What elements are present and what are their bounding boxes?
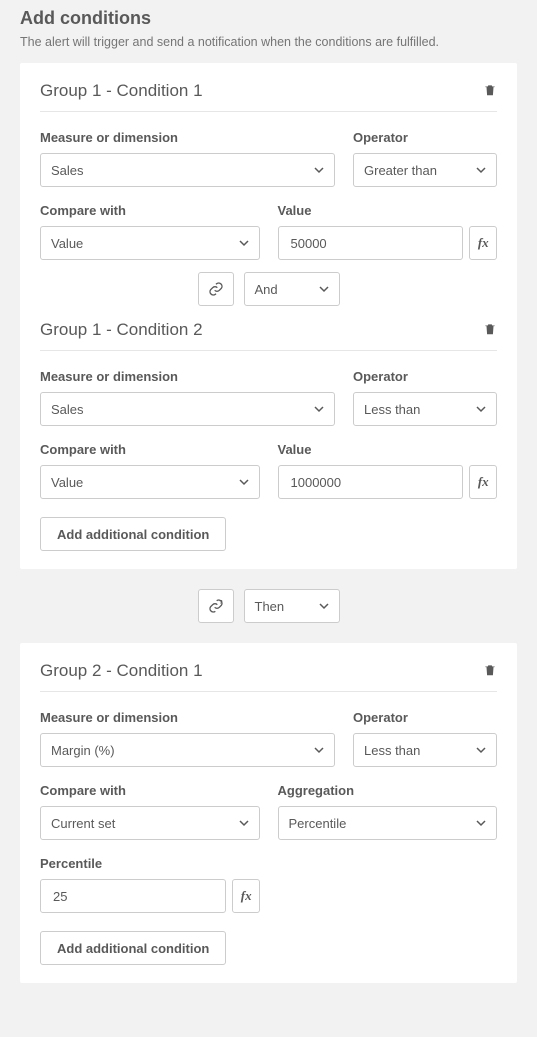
operator-label: Operator [353, 369, 497, 384]
delete-icon[interactable] [483, 322, 497, 338]
condition-title: Group 1 - Condition 1 [40, 81, 203, 101]
operator-select[interactable]: Less than [353, 733, 497, 767]
measure-select[interactable]: Sales [40, 153, 335, 187]
condition-title: Group 2 - Condition 1 [40, 661, 203, 681]
operator-value: Greater than [364, 163, 437, 178]
value-input[interactable] [289, 466, 453, 498]
fx-button[interactable]: fx [469, 226, 497, 260]
link-icon[interactable] [198, 272, 234, 306]
measure-value: Sales [51, 163, 84, 178]
operator-value: Less than [364, 402, 420, 417]
compare-value: Value [51, 236, 83, 251]
fx-button[interactable]: fx [232, 879, 260, 913]
operator-select[interactable]: Greater than [353, 153, 497, 187]
operator-select[interactable]: Less than [353, 392, 497, 426]
add-condition-button[interactable]: Add additional condition [40, 931, 226, 965]
value-label: Value [278, 203, 498, 218]
measure-select[interactable]: Sales [40, 392, 335, 426]
group2-condition1: Group 2 - Condition 1 Measure or dimensi… [40, 661, 497, 913]
measure-value: Margin (%) [51, 743, 115, 758]
delete-icon[interactable] [483, 83, 497, 99]
chevron-down-icon [476, 745, 486, 755]
compare-select[interactable]: Current set [40, 806, 260, 840]
compare-value: Value [51, 475, 83, 490]
measure-value: Sales [51, 402, 84, 417]
value-input[interactable] [289, 227, 453, 259]
measure-select[interactable]: Margin (%) [40, 733, 335, 767]
measure-label: Measure or dimension [40, 369, 335, 384]
percentile-label: Percentile [40, 856, 260, 871]
chevron-down-icon [319, 284, 329, 294]
measure-label: Measure or dimension [40, 130, 335, 145]
value-label: Value [278, 442, 498, 457]
join-value: And [255, 282, 278, 297]
operator-value: Less than [364, 743, 420, 758]
compare-label: Compare with [40, 442, 260, 457]
group-join-value: Then [255, 599, 285, 614]
group-2-card: Group 2 - Condition 1 Measure or dimensi… [20, 643, 517, 983]
chevron-down-icon [319, 601, 329, 611]
operator-label: Operator [353, 710, 497, 725]
compare-value: Current set [51, 816, 115, 831]
compare-select[interactable]: Value [40, 226, 260, 260]
value-input-wrapper [278, 465, 464, 499]
join-select[interactable]: And [244, 272, 340, 306]
chevron-down-icon [314, 165, 324, 175]
chevron-down-icon [476, 818, 486, 828]
aggregation-select[interactable]: Percentile [278, 806, 498, 840]
chevron-down-icon [239, 818, 249, 828]
aggregation-label: Aggregation [278, 783, 498, 798]
chevron-down-icon [239, 238, 249, 248]
delete-icon[interactable] [483, 663, 497, 679]
chevron-down-icon [476, 165, 486, 175]
operator-label: Operator [353, 130, 497, 145]
page-subtitle: The alert will trigger and send a notifi… [20, 35, 517, 49]
group-1-card: Group 1 - Condition 1 Measure or dimensi… [20, 63, 517, 569]
group1-condition2: Group 1 - Condition 2 Measure or dimensi… [40, 320, 497, 499]
compare-label: Compare with [40, 203, 260, 218]
value-input-wrapper [278, 226, 464, 260]
fx-button[interactable]: fx [469, 465, 497, 499]
percentile-input[interactable] [51, 880, 215, 912]
chevron-down-icon [314, 745, 324, 755]
aggregation-value: Percentile [289, 816, 347, 831]
page-title: Add conditions [20, 8, 517, 29]
measure-label: Measure or dimension [40, 710, 335, 725]
chevron-down-icon [314, 404, 324, 414]
add-condition-button[interactable]: Add additional condition [40, 517, 226, 551]
chevron-down-icon [476, 404, 486, 414]
group-join-select[interactable]: Then [244, 589, 340, 623]
svg-text:?: ? [219, 600, 222, 606]
unlink-icon[interactable]: ? [198, 589, 234, 623]
compare-select[interactable]: Value [40, 465, 260, 499]
group1-condition1: Group 1 - Condition 1 Measure or dimensi… [40, 81, 497, 260]
condition-title: Group 1 - Condition 2 [40, 320, 203, 340]
compare-label: Compare with [40, 783, 260, 798]
percentile-input-wrapper [40, 879, 226, 913]
chevron-down-icon [239, 477, 249, 487]
